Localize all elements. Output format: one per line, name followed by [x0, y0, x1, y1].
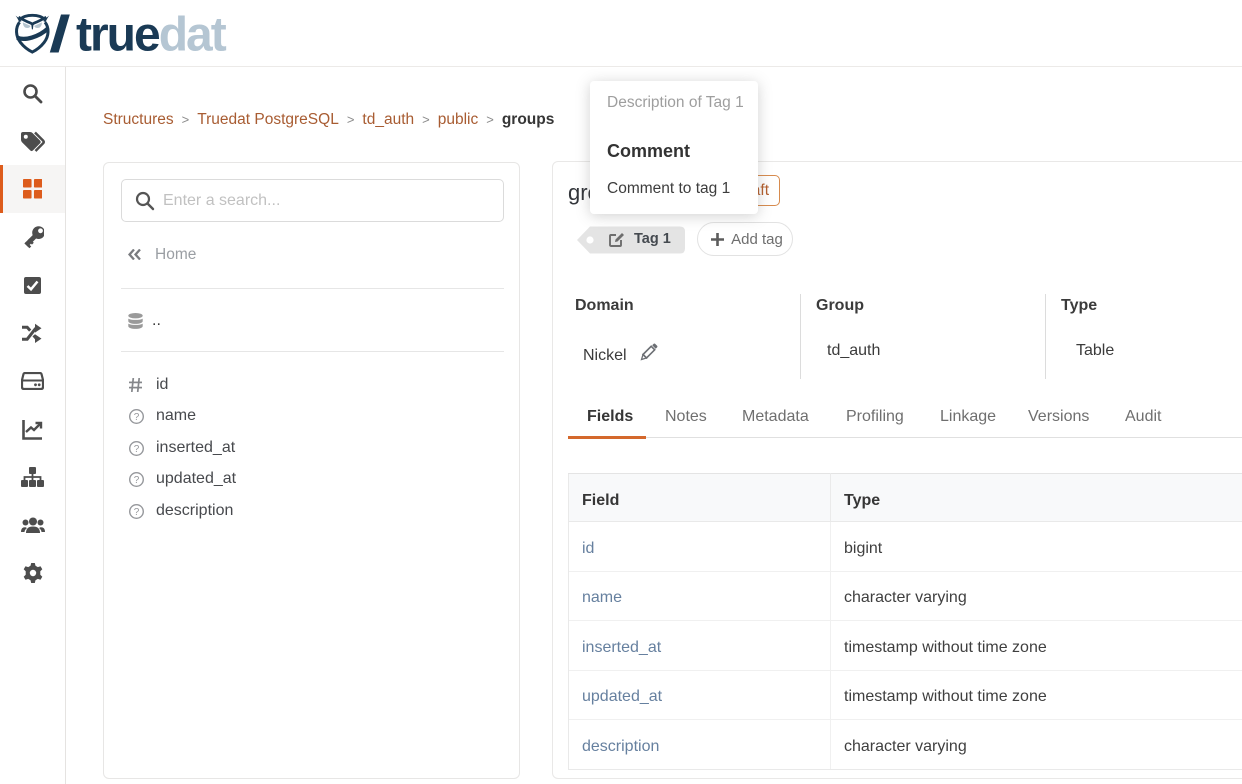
svg-text:truedat: truedat	[76, 9, 227, 62]
svg-text:?: ?	[134, 444, 140, 455]
svg-text:?: ?	[134, 507, 140, 518]
svg-text:?: ?	[134, 475, 140, 486]
svg-text:?: ?	[134, 412, 140, 423]
